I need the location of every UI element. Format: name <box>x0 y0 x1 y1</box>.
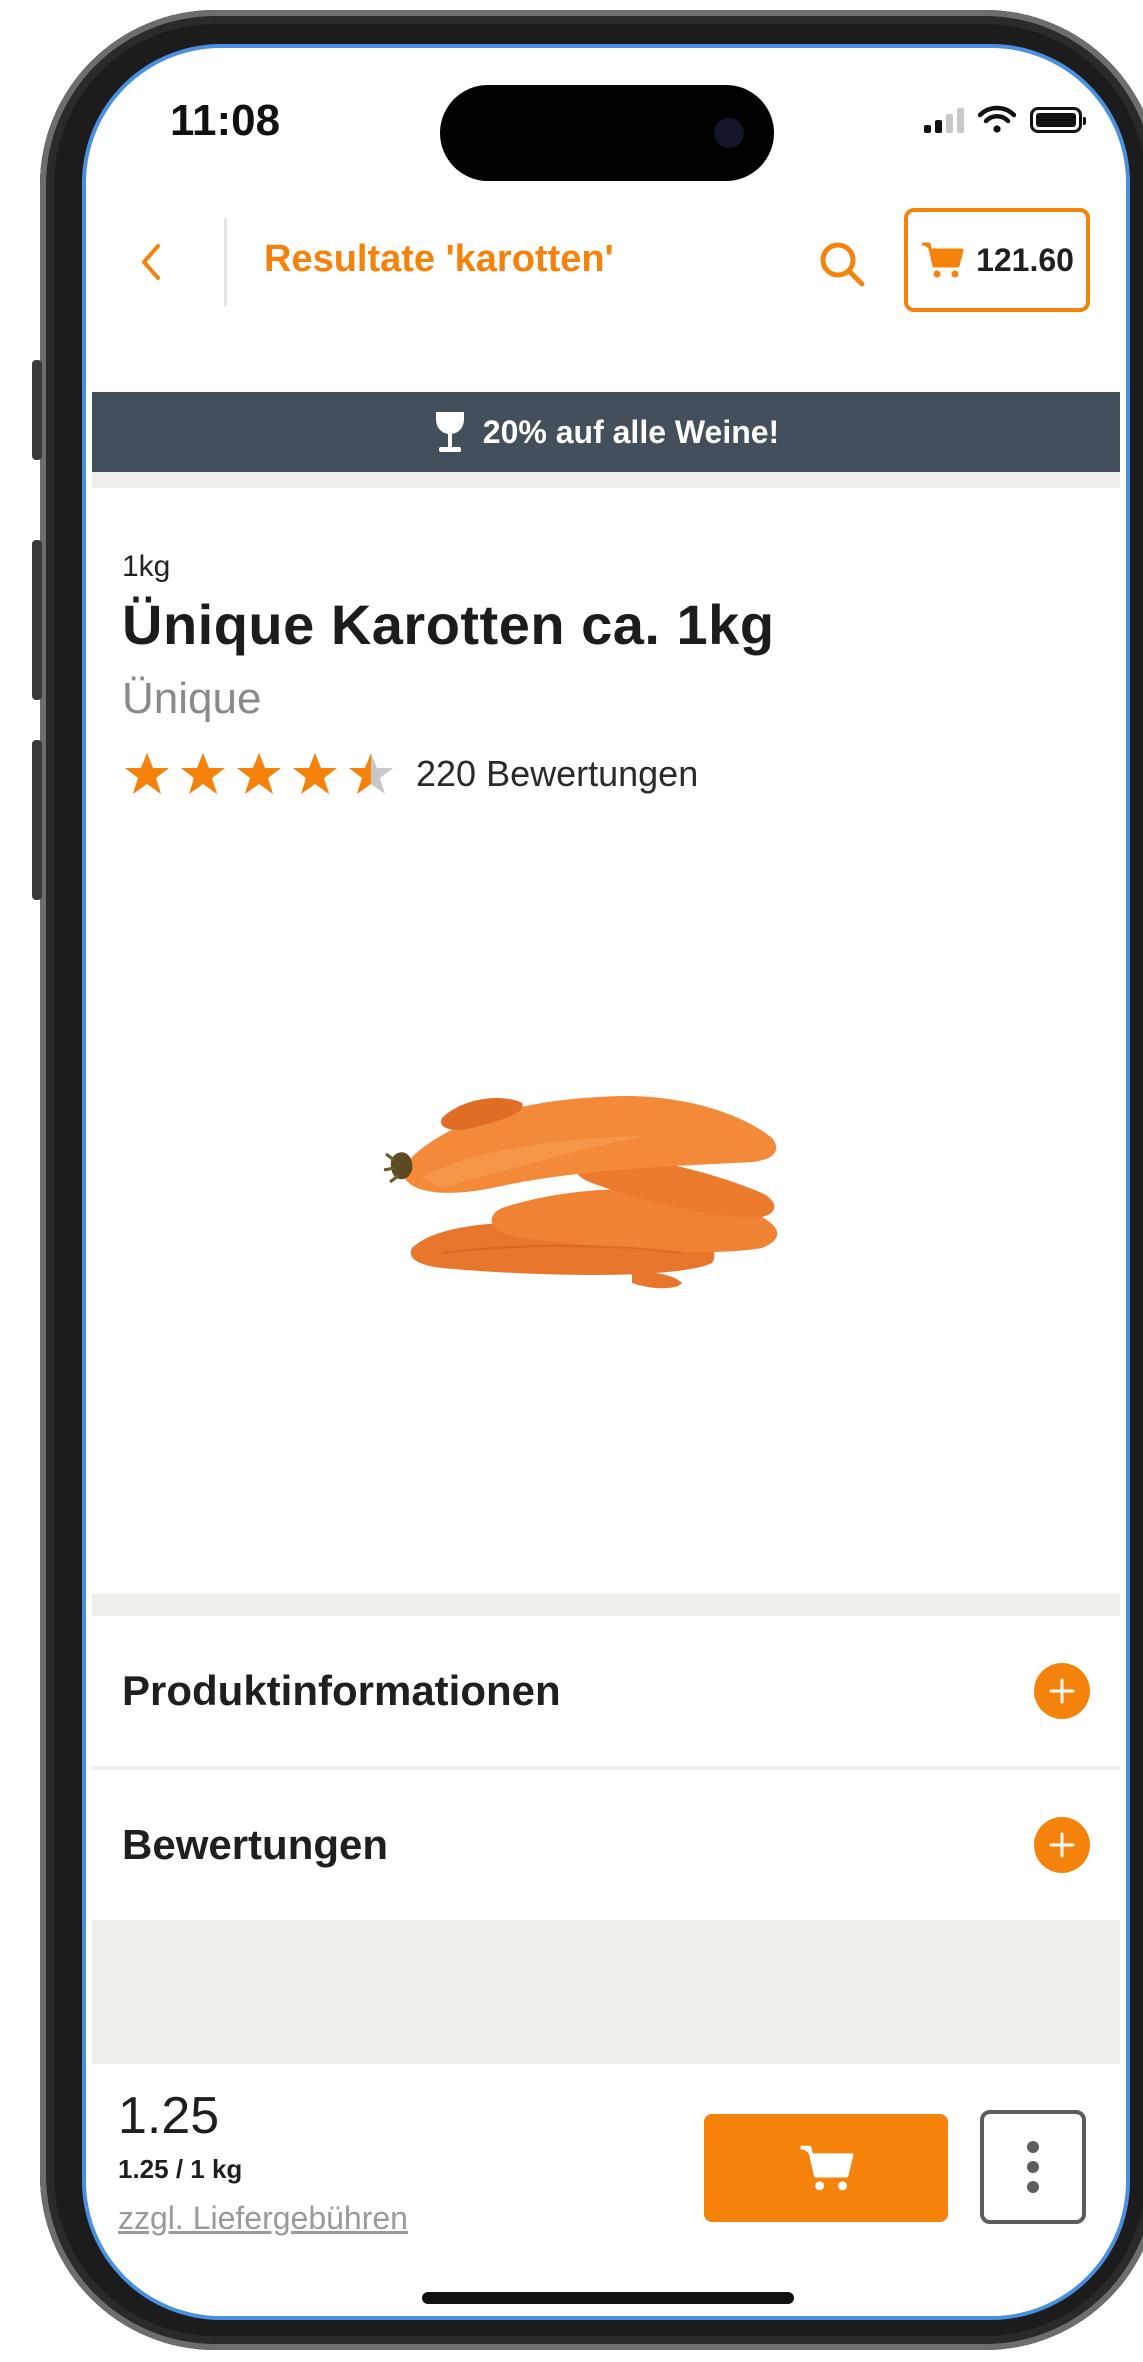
screen: 11:08 Resultate 'karotten' 121.60 20% au… <box>86 48 1126 2316</box>
status-icons <box>924 105 1086 133</box>
more-vertical-icon <box>1027 2141 1039 2193</box>
side-button-action <box>32 360 42 460</box>
wifi-icon <box>978 105 1016 133</box>
search-button[interactable] <box>812 234 872 294</box>
cart-total: 121.60 <box>976 241 1074 278</box>
product-brand: Ünique <box>122 674 262 723</box>
product-details: 1kg Ünique Karotten ca. 1kg Ünique 220 B… <box>92 488 1120 1594</box>
page-title: Resultate 'karotten' <box>264 238 614 280</box>
accordion-label: Produktinformationen <box>122 1667 561 1714</box>
wine-glass-icon <box>435 412 464 452</box>
star-icon <box>181 753 225 794</box>
separator <box>92 1594 1120 1616</box>
carrot-product-image <box>383 1095 778 1289</box>
star-icon <box>237 753 281 794</box>
star-icon <box>125 753 169 794</box>
top-header: Resultate 'karotten' 121.60 <box>92 184 1120 344</box>
review-count: 220 Bewertungen <box>416 753 699 794</box>
camera-icon <box>714 118 744 148</box>
plus-icon[interactable] <box>1034 1817 1090 1873</box>
search-icon <box>820 242 865 287</box>
dynamic-island <box>440 85 774 181</box>
home-indicator[interactable] <box>422 2292 794 2304</box>
back-chevron-icon <box>142 244 160 280</box>
unit-price: 1.25 / 1 kg <box>118 2154 243 2184</box>
product-title: Ünique Karotten ca. 1kg <box>122 593 775 656</box>
status-bar: 11:08 <box>86 48 1126 183</box>
cellular-signal-icon <box>924 107 964 133</box>
add-to-cart-button[interactable] <box>704 2114 948 2222</box>
cart-button[interactable]: 121.60 <box>904 208 1090 312</box>
promo-banner[interactable]: 20% auf alle Weine! <box>92 392 1120 472</box>
product-size: 1kg <box>122 550 171 583</box>
header-divider <box>224 218 227 306</box>
battery-icon <box>1030 107 1086 133</box>
cart-icon <box>800 2145 854 2191</box>
product-rating[interactable]: 220 Bewertungen <box>122 750 698 798</box>
accordion-produktinformationen[interactable]: Produktinformationen <box>92 1616 1120 1766</box>
accordion-label: Bewertungen <box>122 1821 389 1868</box>
side-button-volume-up <box>32 540 42 700</box>
app-content: Resultate 'karotten' 121.60 20% auf alle… <box>92 184 1120 2316</box>
back-button[interactable] <box>122 234 178 290</box>
cart-icon <box>922 242 964 278</box>
plus-icon[interactable] <box>1034 1663 1090 1719</box>
price: 1.25 <box>118 2087 220 2145</box>
star-icon <box>293 753 337 794</box>
rating-stars <box>122 750 396 798</box>
delivery-fees-link[interactable]: zzgl. Liefergebühren <box>118 2200 408 2237</box>
side-button-volume-down <box>32 740 42 900</box>
status-time: 11:08 <box>170 96 281 145</box>
purchase-bar: 1.25 1.25 / 1 kg zzgl. Liefergebühren <box>92 2064 1120 2316</box>
star-icon <box>349 753 393 794</box>
separator <box>92 472 1120 488</box>
promo-text: 20% auf alle Weine! <box>482 413 780 450</box>
more-options-button[interactable] <box>980 2110 1086 2224</box>
accordion-bewertungen[interactable]: Bewertungen <box>92 1770 1120 1920</box>
background-area <box>92 1920 1120 2064</box>
